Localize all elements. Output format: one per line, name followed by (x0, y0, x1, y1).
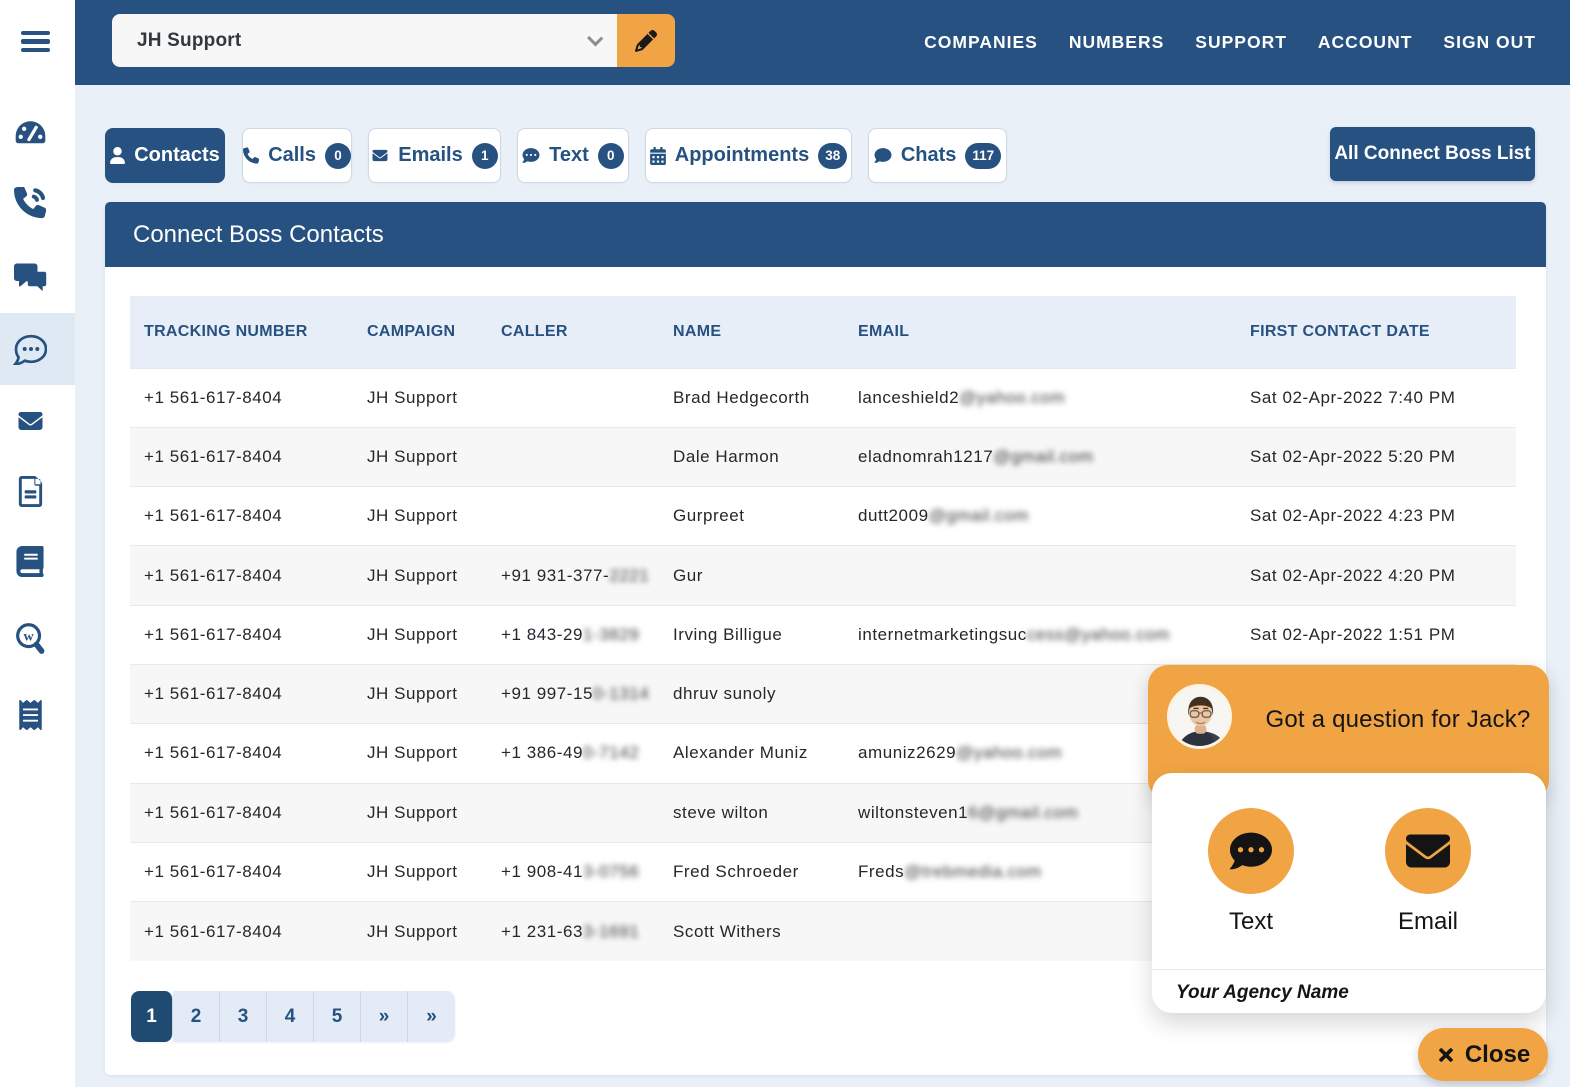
svg-text:w: w (23, 628, 34, 644)
